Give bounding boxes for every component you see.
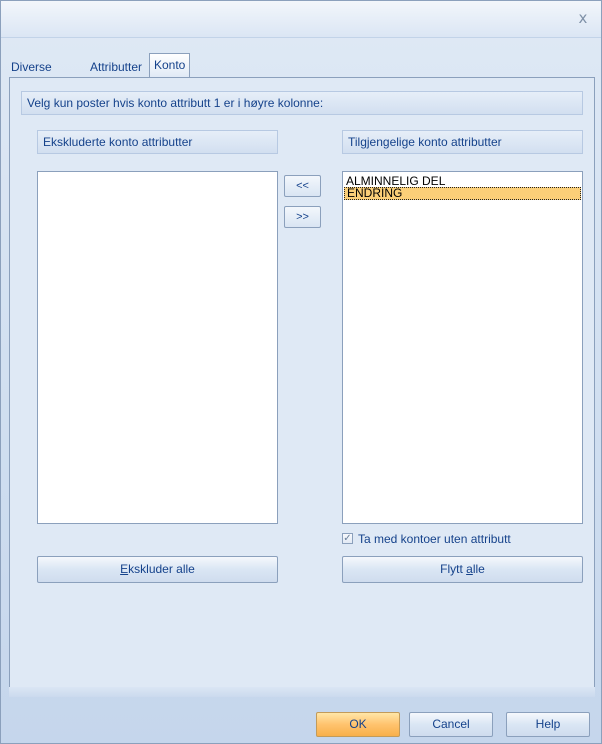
- dialog-window: x Diverse Attributter Konto Velg kun pos…: [0, 0, 602, 744]
- move-left-button[interactable]: <<: [284, 175, 321, 197]
- tab-diverse[interactable]: Diverse: [7, 57, 56, 77]
- title-bar: x: [1, 1, 601, 38]
- list-item-selected[interactable]: ENDRING: [344, 187, 581, 200]
- cancel-button[interactable]: Cancel: [409, 712, 493, 737]
- ok-button[interactable]: OK: [316, 712, 400, 737]
- include-no-attr-label: Ta med kontoer uten attributt: [358, 532, 511, 546]
- include-no-attr-option[interactable]: ✓ Ta med kontoer uten attributt: [342, 531, 599, 547]
- checkbox-checked-icon[interactable]: ✓: [342, 533, 353, 544]
- help-button[interactable]: Help: [506, 712, 590, 737]
- excluded-header: Ekskluderte konto attributter: [37, 130, 278, 154]
- move-all-mnemonic: a: [466, 562, 473, 576]
- instruction-label: Velg kun poster hvis konto attributt 1 e…: [21, 91, 583, 115]
- exclude-all-mnemonic: E: [120, 562, 129, 576]
- excluded-listbox[interactable]: [37, 171, 278, 524]
- tab-attributter[interactable]: Attributter: [86, 57, 146, 77]
- exclude-all-label: kskluder alle: [128, 562, 195, 576]
- konto-panel: Velg kun poster hvis konto attributt 1 e…: [9, 77, 595, 689]
- move-all-label-end: lle: [472, 562, 485, 576]
- available-header: Tilgjengelige konto attributter: [342, 130, 583, 154]
- exclude-all-button[interactable]: Ekskluder alle: [37, 556, 278, 583]
- move-all-button[interactable]: Flytt alle: [342, 556, 583, 583]
- move-all-label-start: Flytt: [440, 562, 467, 576]
- tab-konto[interactable]: Konto: [149, 53, 191, 78]
- panel-footer-strip: [9, 687, 595, 697]
- available-listbox[interactable]: ALMINNELIG DEL ENDRING: [342, 171, 583, 524]
- move-right-button[interactable]: >>: [284, 206, 321, 228]
- close-icon[interactable]: x: [575, 10, 591, 26]
